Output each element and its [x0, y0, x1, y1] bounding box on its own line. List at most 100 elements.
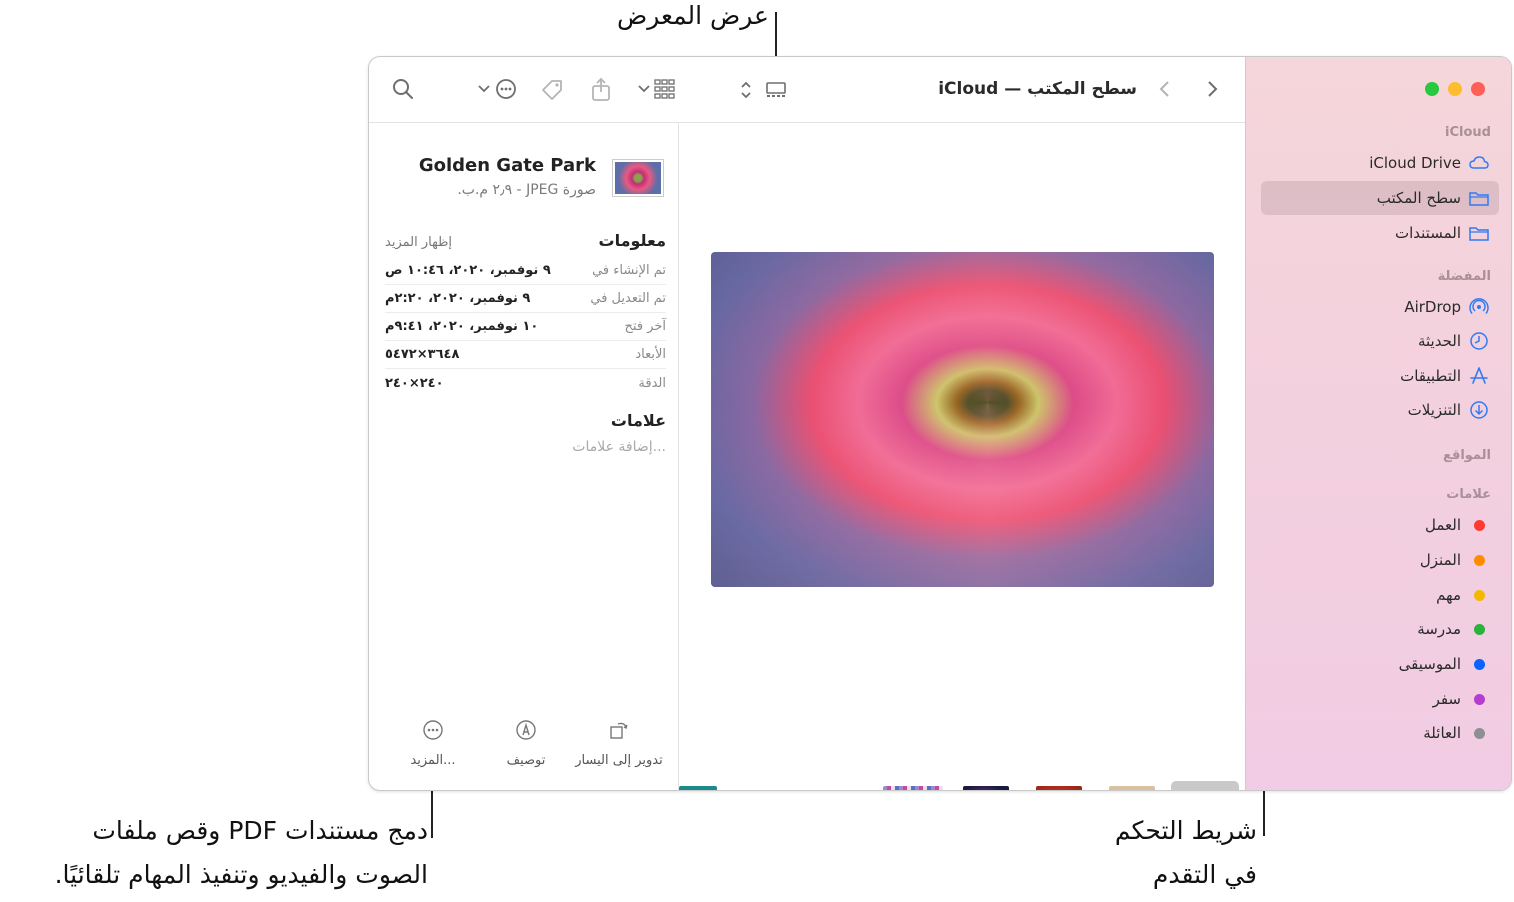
tag-color-dot — [1469, 654, 1489, 674]
markup-label: توصيف — [506, 753, 546, 768]
sidebar-item-airdrop[interactable]: AirDrop — [1261, 290, 1499, 324]
filmstrip-thumb[interactable] — [1109, 786, 1155, 790]
sidebar-tag-travel[interactable]: سفر — [1261, 682, 1499, 716]
sidebar-item-label: التطبيقات — [1400, 367, 1461, 385]
sidebar-item-applications[interactable]: التطبيقات — [1261, 359, 1499, 393]
tags-section-title: علامات — [610, 411, 666, 430]
sidebar-tag-home[interactable]: المنزل — [1261, 543, 1499, 577]
tag-label: سفر — [1432, 690, 1461, 708]
cloud-icon — [1469, 153, 1489, 173]
file-thumbnail — [612, 159, 664, 197]
tag-label: العمل — [1424, 516, 1461, 534]
callout-quick-actions-line1: دمج مستندات PDF وقص ملفات — [92, 816, 428, 845]
markup-icon — [515, 719, 537, 745]
info-row-dimensions: ٣٦٤٨×٥٤٧٢ الأبعاد — [385, 341, 666, 369]
sidebar: iCloud iCloud Drive سطح المكتب المستندات… — [1245, 57, 1511, 790]
minimize-button[interactable] — [1448, 82, 1462, 96]
zoom-button[interactable] — [1425, 82, 1439, 96]
show-more-link[interactable]: إظهار المزيد — [385, 235, 452, 250]
sidebar-item-label: iCloud Drive — [1369, 154, 1461, 172]
search-icon[interactable] — [391, 77, 415, 101]
tag-label: المنزل — [1419, 551, 1461, 569]
sidebar-item-label: المستندات — [1394, 224, 1461, 242]
info-row-created: ٩ نوفمبر، ٢٠٢٠، ١٠:٤٦ ص تم الإنشاء في — [385, 257, 666, 285]
tag-color-dot — [1469, 723, 1489, 743]
inspector-panel: Golden Gate Park صورة JPEG - ٢٫٩ م.ب. مع… — [369, 123, 679, 790]
sidebar-section-locations: المواقع — [1442, 448, 1491, 463]
back-chevron-icon[interactable] — [1157, 77, 1173, 101]
filmstrip-thumb[interactable] — [679, 786, 717, 790]
filmstrip-thumb[interactable] — [963, 786, 1009, 790]
more-label: المزيد... — [410, 753, 456, 768]
info-section-title: معلومات — [598, 231, 667, 250]
window-title: سطح المكتب — iCloud — [938, 79, 1137, 99]
sidebar-tag-important[interactable]: مهم — [1261, 578, 1499, 612]
filmstrip-thumb[interactable] — [883, 786, 943, 790]
sidebar-item-downloads[interactable]: التنزيلات — [1261, 393, 1499, 427]
filmstrip-thumb[interactable] — [1036, 786, 1082, 790]
callout-scrubber-line2: في التقدم — [1152, 860, 1257, 889]
rotate-left-label: تدوير إلى اليسار — [575, 753, 663, 768]
tag-label: الموسيقى — [1398, 655, 1461, 673]
info-value: ٣٦٤٨×٥٤٧٢ — [385, 347, 460, 362]
apps-icon — [1469, 366, 1489, 386]
sidebar-item-label: الحديثة — [1417, 332, 1461, 350]
file-name: Golden Gate Park — [418, 155, 596, 176]
file-kind: صورة JPEG - ٢٫٩ م.ب. — [457, 182, 596, 198]
preview-image — [711, 252, 1214, 587]
share-icon[interactable] — [589, 77, 613, 103]
info-value: ٩ نوفمبر، ٢٠٢٠، ١٠:٤٦ ص — [385, 263, 551, 278]
tag-color-dot — [1469, 585, 1489, 605]
tag-label: مهم — [1436, 586, 1461, 604]
info-value: ٢٤٠×٢٤٠ — [385, 375, 444, 391]
more-button[interactable]: المزيد... — [383, 719, 483, 768]
sidebar-tag-school[interactable]: مدرسة — [1261, 612, 1499, 646]
tag-label: مدرسة — [1417, 620, 1461, 638]
sidebar-tag-family[interactable]: العائلة — [1261, 716, 1499, 750]
forward-chevron-icon[interactable] — [1204, 77, 1220, 101]
info-row-resolution: ٢٤٠×٢٤٠ الدقة — [385, 369, 666, 397]
info-label: الدقة — [638, 375, 666, 391]
tag-color-dot — [1469, 689, 1489, 709]
markup-button[interactable]: توصيف — [476, 719, 576, 768]
sidebar-section-tags: علامات — [1446, 487, 1491, 502]
sidebar-tag-work[interactable]: العمل — [1261, 508, 1499, 542]
sidebar-section-favorites: المفضلة — [1437, 269, 1491, 284]
sidebar-item-label: التنزيلات — [1407, 401, 1461, 419]
tag-color-dot — [1469, 550, 1489, 570]
add-tags-field[interactable]: إضافة علامات... — [572, 439, 666, 455]
sidebar-tag-music[interactable]: الموسيقى — [1261, 647, 1499, 681]
close-button[interactable] — [1471, 82, 1485, 96]
finder-window: سطح المكتب — iCloud Golden Gate Park صور… — [368, 56, 1512, 791]
more-icon — [422, 719, 444, 745]
info-value: ٩ نوفمبر، ٢٠٢٠، ٢:٢٠م — [385, 291, 531, 306]
sidebar-item-documents[interactable]: المستندات — [1261, 216, 1499, 250]
info-value: ١٠ نوفمبر، ٢٠٢٠، ٩:٤١م — [385, 319, 539, 334]
sidebar-item-desktop[interactable]: سطح المكتب — [1261, 181, 1499, 215]
filmstrip-thumb-selected[interactable] — [1171, 781, 1239, 790]
sidebar-item-recents[interactable]: الحديثة — [1261, 324, 1499, 358]
tag-label: العائلة — [1423, 724, 1461, 742]
callout-scrubber-line1: شريط التحكم — [1114, 816, 1257, 845]
info-label: تم الإنشاء في — [592, 263, 666, 278]
rotate-left-icon — [608, 719, 630, 745]
gallery-view-icon[interactable] — [737, 77, 791, 103]
rotate-left-button[interactable]: تدوير إلى اليسار — [569, 719, 669, 768]
sidebar-item-label: AirDrop — [1404, 298, 1461, 316]
sidebar-section-icloud: iCloud — [1445, 125, 1491, 140]
more-actions-icon[interactable] — [475, 77, 519, 101]
folder-icon — [1469, 188, 1489, 208]
info-label: آخر فتح — [624, 319, 666, 334]
gallery-preview — [679, 123, 1247, 790]
info-label: تم التعديل في — [590, 291, 666, 306]
folder-icon — [1469, 223, 1489, 243]
clock-icon — [1469, 331, 1489, 351]
group-by-icon[interactable] — [635, 77, 681, 101]
tag-color-dot — [1469, 515, 1489, 535]
tag-icon[interactable] — [539, 77, 565, 103]
airdrop-icon — [1469, 297, 1489, 317]
tag-color-dot — [1469, 619, 1489, 639]
callout-quick-actions-line2: الصوت والفيديو وتنفيذ المهام تلقائيًا. — [54, 860, 428, 889]
sidebar-item-icloud-drive[interactable]: iCloud Drive — [1261, 146, 1499, 180]
window-controls — [1425, 82, 1485, 96]
